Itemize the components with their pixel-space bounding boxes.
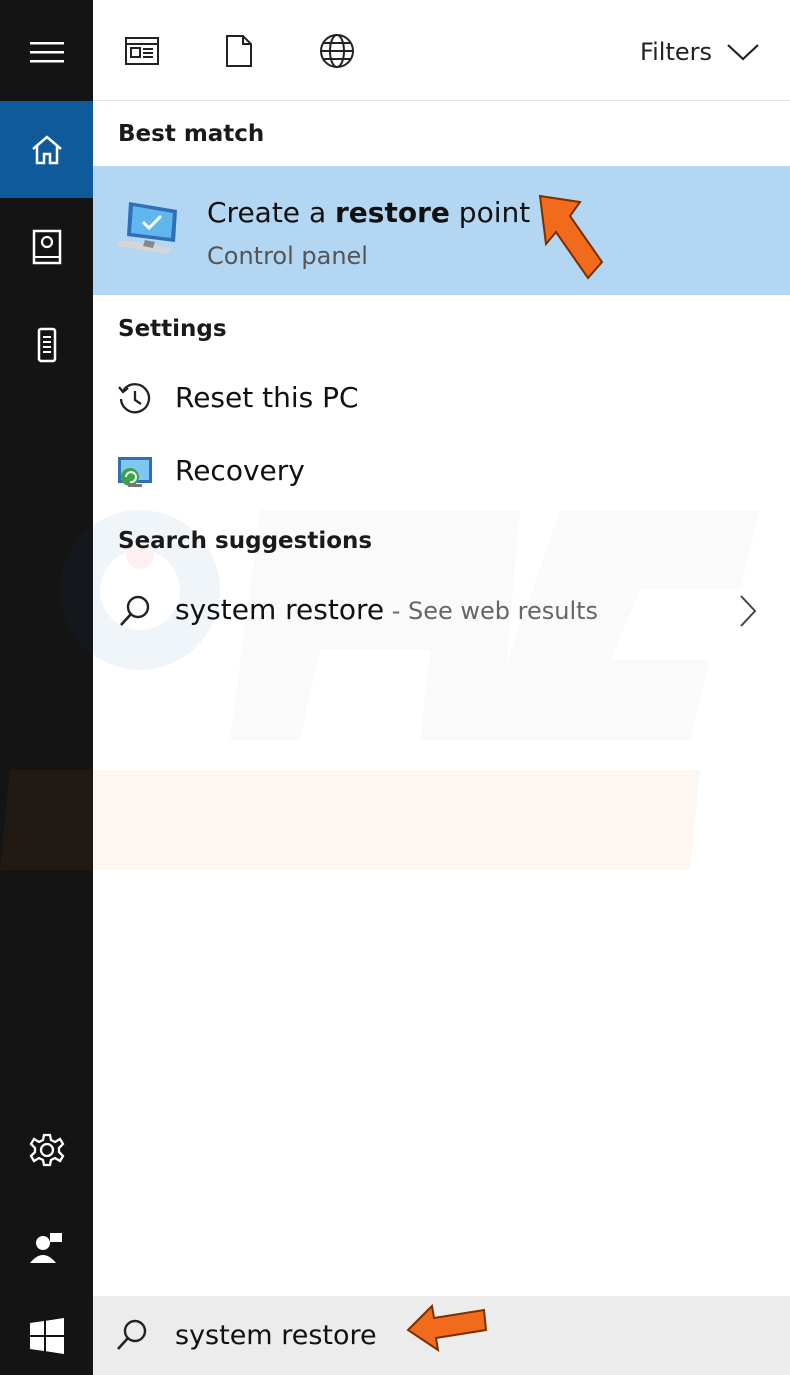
filters-label: Filters — [640, 38, 712, 66]
home-button[interactable] — [0, 101, 93, 198]
web-icon — [320, 34, 354, 68]
windows-logo-icon — [29, 1317, 64, 1354]
title-bold-part: restore — [335, 196, 450, 229]
suggestion-extra: - See web results — [384, 597, 599, 625]
settings-button[interactable] — [0, 1101, 93, 1198]
user-icon — [29, 1232, 62, 1263]
device-button[interactable] — [0, 296, 93, 393]
suggestion-item-system-restore[interactable]: system restore - See web results — [93, 577, 790, 645]
user-button[interactable] — [0, 1199, 93, 1296]
best-match-subtitle: Control panel — [207, 242, 368, 270]
settings-icon — [29, 1133, 64, 1166]
title-part: point — [449, 196, 531, 229]
web-filter-button[interactable] — [314, 28, 360, 74]
filters-dropdown[interactable]: Filters — [640, 30, 760, 74]
left-rail — [0, 0, 93, 1375]
apps-icon — [125, 37, 159, 65]
settings-item-reset-this-pc[interactable]: Reset this PC — [93, 365, 790, 433]
apps-filter-button[interactable] — [119, 28, 165, 74]
menu-icon — [29, 41, 64, 62]
chevron-right-icon[interactable] — [738, 593, 758, 633]
notebook-button[interactable] — [0, 198, 93, 295]
settings-item-label: Reset this PC — [175, 381, 359, 414]
best-match-title: Create a restore point — [207, 196, 530, 229]
title-part: Create a — [207, 196, 335, 229]
search-input[interactable] — [175, 1296, 735, 1375]
recovery-icon — [115, 452, 155, 492]
home-icon — [31, 134, 62, 164]
documents-filter-button[interactable] — [216, 28, 262, 74]
notebook-icon — [32, 229, 61, 264]
best-match-result[interactable]: Create a restore point Control panel — [93, 166, 790, 295]
settings-heading: Settings — [118, 316, 227, 342]
search-icon — [115, 591, 155, 631]
search-suggestions-heading: Search suggestions — [118, 528, 373, 554]
device-icon — [37, 327, 56, 362]
chevron-down-icon — [727, 44, 759, 61]
filter-toolbar: Filters — [93, 0, 790, 101]
history-icon — [115, 379, 155, 419]
system-restore-monitor-icon — [115, 196, 183, 264]
best-match-heading: Best match — [118, 121, 265, 147]
search-icon — [115, 1318, 149, 1356]
search-box — [93, 1296, 790, 1375]
hamburger-menu-button[interactable] — [0, 3, 93, 100]
settings-item-recovery[interactable]: Recovery — [93, 438, 790, 506]
settings-item-label: Recovery — [175, 454, 305, 487]
start-button[interactable] — [0, 1296, 93, 1375]
document-icon — [226, 35, 252, 67]
suggestion-label: system restore - See web results — [175, 593, 598, 626]
suggestion-query: system restore — [175, 593, 385, 626]
